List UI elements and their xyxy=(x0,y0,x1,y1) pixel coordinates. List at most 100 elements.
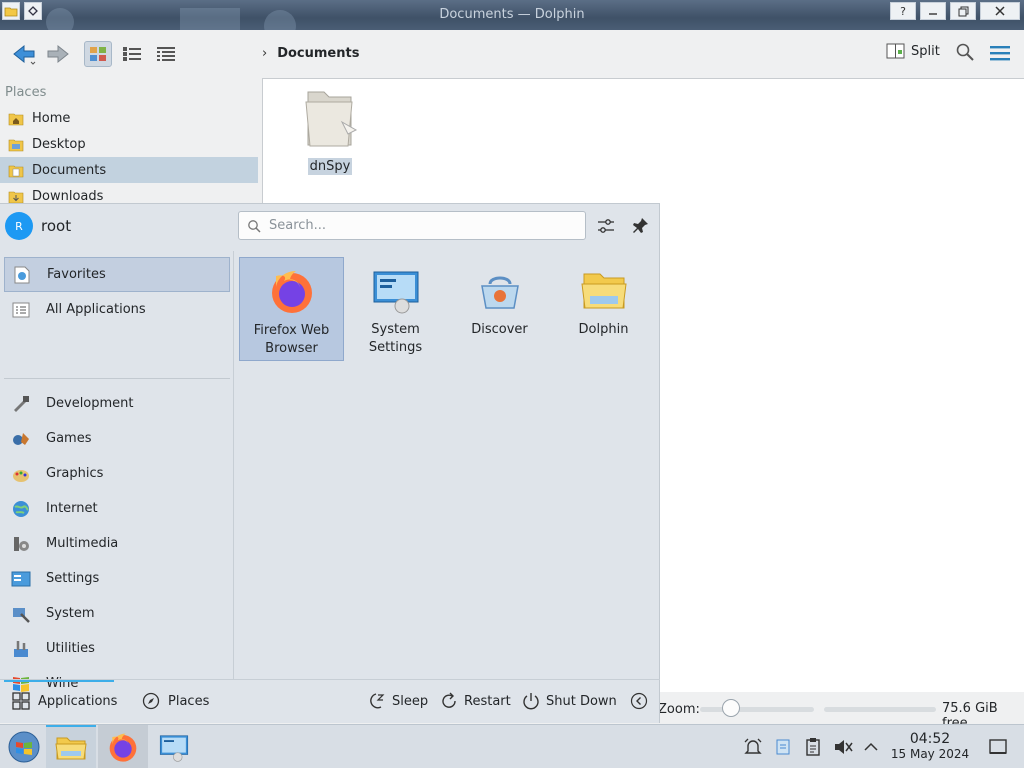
places-item-home[interactable]: Home xyxy=(0,105,258,131)
chevron-left-icon xyxy=(630,692,648,710)
places-item-desktop[interactable]: Desktop xyxy=(0,131,258,157)
show-hidden-icons-button[interactable] xyxy=(861,737,881,757)
sleep-label: Sleep xyxy=(392,693,429,709)
zoom-slider[interactable] xyxy=(700,707,814,712)
minimize-button[interactable] xyxy=(920,2,946,20)
compass-icon xyxy=(142,692,160,710)
category-internet[interactable]: Internet xyxy=(4,491,230,526)
app-label-line1: System xyxy=(371,322,420,337)
desktop-folder-icon xyxy=(8,139,24,152)
chevron-right-icon: › xyxy=(262,46,268,61)
category-label: Favorites xyxy=(47,267,106,282)
development-icon xyxy=(10,393,32,415)
launcher-search-field[interactable] xyxy=(238,211,586,240)
taskbar-system-settings[interactable] xyxy=(150,725,198,768)
category-all-applications[interactable]: All Applications xyxy=(4,292,230,327)
category-label: Games xyxy=(46,431,92,446)
application-launcher-button[interactable] xyxy=(0,725,48,768)
file-item-dnspy[interactable]: dnSpy xyxy=(300,86,360,175)
update-notifier-icon xyxy=(776,739,790,755)
category-utilities[interactable]: Utilities xyxy=(4,631,230,666)
launcher-footer: Applications Places Sleep Restart Shut D… xyxy=(0,679,660,724)
discover-icon xyxy=(475,265,525,315)
multimedia-icon xyxy=(10,533,32,555)
category-label: Graphics xyxy=(46,466,104,481)
search-button[interactable] xyxy=(955,42,975,66)
places-item-documents[interactable]: Documents xyxy=(0,157,258,183)
category-games[interactable]: Games xyxy=(4,421,230,456)
app-dolphin[interactable]: Dolphin xyxy=(551,257,656,361)
clock-date: 15 May 2024 xyxy=(890,747,970,761)
clock-time: 04:52 xyxy=(909,731,951,747)
configure-icon[interactable] xyxy=(596,216,616,236)
graphics-icon xyxy=(10,463,32,485)
active-tab-indicator xyxy=(4,680,114,682)
volume-tray-icon[interactable] xyxy=(833,737,853,757)
category-favorites[interactable]: Favorites xyxy=(4,257,230,292)
places-item-label: Documents xyxy=(32,162,107,178)
breadcrumb-current[interactable]: Documents xyxy=(277,46,359,61)
user-info[interactable]: R root xyxy=(5,212,71,240)
help-button[interactable]: ? xyxy=(890,2,916,20)
shutdown-label: Shut Down xyxy=(546,693,617,709)
tab-places[interactable]: Places xyxy=(142,692,209,710)
user-name: root xyxy=(41,217,72,235)
breadcrumb[interactable]: › Documents xyxy=(262,46,359,61)
category-development[interactable]: Development xyxy=(4,386,230,421)
category-label: System xyxy=(46,606,95,621)
main-toolbar: › Documents Split xyxy=(0,30,1024,78)
window-titlebar[interactable]: Documents — Dolphin ? xyxy=(0,0,1024,30)
restore-button[interactable] xyxy=(950,2,976,20)
window-title: Documents — Dolphin xyxy=(439,7,585,22)
category-settings[interactable]: Settings xyxy=(4,561,230,596)
avatar[interactable]: R xyxy=(5,212,33,240)
close-button[interactable] xyxy=(980,2,1020,20)
app-system-settings[interactable]: System Settings xyxy=(343,257,448,361)
details-view-icon xyxy=(157,47,175,61)
notifications-tray-icon[interactable] xyxy=(743,737,763,757)
more-power-options-button[interactable] xyxy=(630,692,648,710)
icons-view-button[interactable] xyxy=(84,41,112,67)
category-label: All Applications xyxy=(46,302,146,317)
digital-clock[interactable]: 04:52 15 May 2024 xyxy=(886,731,974,761)
firefox-icon xyxy=(267,266,317,316)
taskbar-dolphin[interactable] xyxy=(46,725,96,768)
back-button[interactable] xyxy=(10,41,38,67)
launcher-search-input[interactable] xyxy=(269,218,569,233)
details-view-button[interactable] xyxy=(152,41,180,67)
app-firefox[interactable]: Firefox Web Browser xyxy=(239,257,344,361)
category-label: Utilities xyxy=(46,641,95,656)
free-space-bar xyxy=(824,707,936,712)
restart-button[interactable]: Restart xyxy=(440,692,511,710)
system-settings-icon xyxy=(371,265,421,315)
system-icon xyxy=(10,603,32,625)
pin-icon[interactable] xyxy=(630,216,650,236)
back-arrow-icon xyxy=(13,44,36,65)
launcher-category-list: Favorites All Applications Development G… xyxy=(0,251,234,692)
icons-view-icon xyxy=(90,47,106,61)
sleep-button[interactable]: Sleep xyxy=(368,692,428,710)
firefox-icon xyxy=(109,733,137,762)
hamburger-menu-button[interactable] xyxy=(989,44,1011,66)
applications-grid-icon xyxy=(12,692,30,710)
category-graphics[interactable]: Graphics xyxy=(4,456,230,491)
app-discover[interactable]: Discover xyxy=(447,257,552,361)
home-folder-icon xyxy=(8,113,24,126)
split-button[interactable]: Split xyxy=(886,42,940,60)
zoom-slider-handle[interactable] xyxy=(722,699,740,717)
tab-applications[interactable]: Applications xyxy=(12,692,117,710)
settings-icon xyxy=(10,568,32,590)
category-label: Internet xyxy=(46,501,98,516)
restart-icon xyxy=(442,692,456,708)
shutdown-button[interactable]: Shut Down xyxy=(522,692,617,710)
zoom-label: Zoom: xyxy=(658,701,700,717)
taskbar: 04:52 15 May 2024 xyxy=(0,724,1024,768)
category-multimedia[interactable]: Multimedia xyxy=(4,526,230,561)
clipboard-button[interactable] xyxy=(803,737,823,757)
forward-button[interactable] xyxy=(44,41,72,67)
compact-view-button[interactable] xyxy=(118,41,146,67)
clipboard-tray-icon[interactable] xyxy=(773,737,793,757)
taskbar-firefox[interactable] xyxy=(98,725,148,768)
show-desktop-button[interactable] xyxy=(988,737,1008,757)
category-system[interactable]: System xyxy=(4,596,230,631)
